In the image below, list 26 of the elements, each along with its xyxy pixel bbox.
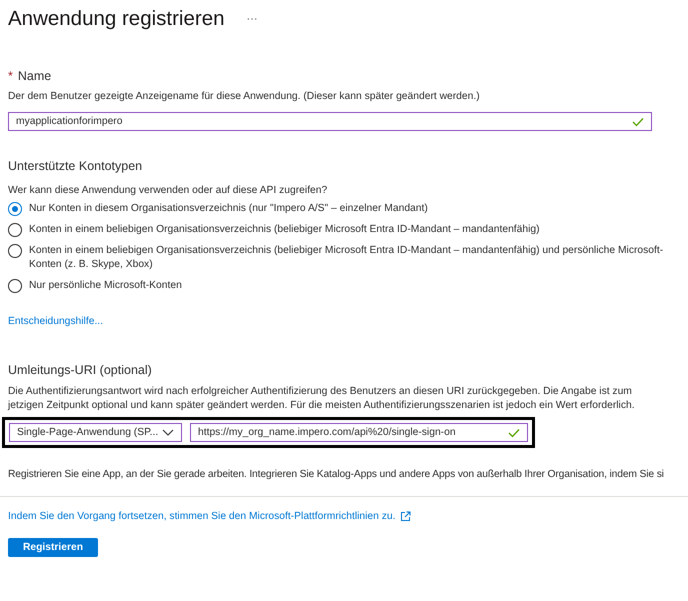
name-description: Der dem Benutzer gezeigte Anzeigename für diese Anwendung. (Dieser kann später geändert werden.) xyxy=(8,90,481,104)
name-input-field[interactable]: myapplicationforimpero xyxy=(8,112,652,131)
radio-label[interactable]: Konten in einem beliebigen Organisationsverzeichnis (beliebiger Microsoft Entra ID-Mandant – mandantenfähig) und persönliche Microsoft-Konten (z. B. Skype, Xbox) xyxy=(29,244,669,272)
question-text: Wer kann diese Anwendung verwenden oder auf diese API zugreifen? xyxy=(8,184,328,198)
radio-button[interactable] xyxy=(8,279,22,293)
help-link[interactable]: Entscheidungshilfe... xyxy=(8,316,104,327)
radio-label[interactable]: Nur Konten in diesem Organisationsverzeichnis (nur "Impero A/S" – einzelner Mandant) xyxy=(29,202,428,216)
uri-input-field[interactable]: https://my_org_name.impero.com/api%20/single-sign-on xyxy=(190,423,528,442)
chevron-down-icon xyxy=(162,429,174,436)
external-link-icon xyxy=(400,511,412,522)
radio-label[interactable]: Konten in einem beliebigen Organisationsverzeichnis (beliebiger Microsoft Entra ID-Mandant – mandantenfähig) xyxy=(29,223,540,237)
policy-link[interactable]: Indem Sie den Vorgang fortsetzen, stimmen Sie den Microsoft-Plattformrichtlinien zu. xyxy=(8,511,396,522)
radio-label[interactable]: Nur persönliche Microsoft-Konten xyxy=(29,279,182,293)
name-label: Name xyxy=(18,69,52,83)
page-title: Anwendung registrieren xyxy=(8,7,225,31)
section-heading: Umleitungs-URI (optional) xyxy=(8,363,153,377)
redirect-description: Die Authentifizierungsantwort wird nach erfolgreicher Authentifizierung des Benutzers an diesen URI zurückgegeben. Die Angabe ist zum jetzigen Zeitpunkt optional und kann später geändert werden. Für die meisten Authentifizierungsszenarien ist jedoch ein Wert erforderlich. xyxy=(8,385,636,413)
required-mark: * xyxy=(8,69,13,83)
info-text: Registrieren Sie eine App, an der Sie gerade arbeiten. Integrieren Sie Katalog-Apps und andere Apps von außerhalb Ihrer Organisation, indem Sie si xyxy=(8,468,665,482)
platform-dropdown[interactable]: Single-Page-Anwendung (SP... xyxy=(9,423,182,442)
section-heading: Unterstützte Kontotypen xyxy=(8,159,144,173)
more-button[interactable]: ··· xyxy=(246,13,258,25)
radio-button[interactable] xyxy=(8,244,22,258)
register-button[interactable]: Registrieren xyxy=(8,538,98,557)
radio-button[interactable] xyxy=(8,223,22,237)
radio-button[interactable] xyxy=(8,202,22,216)
